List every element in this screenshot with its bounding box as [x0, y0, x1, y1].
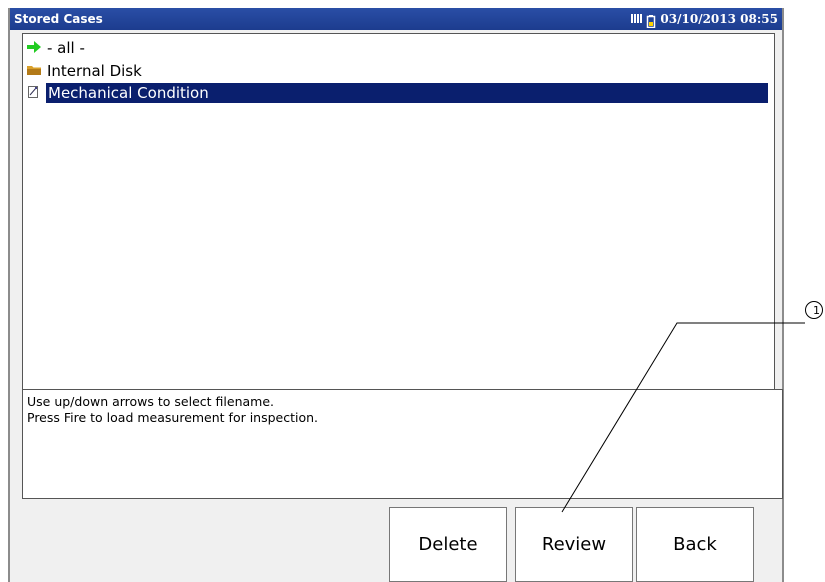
battery-icon — [646, 13, 657, 28]
status-area: 03/10/2013 08:55 — [631, 11, 778, 28]
tree-item-all[interactable]: - all - — [26, 37, 768, 58]
tree-item-label: - all - — [47, 38, 85, 57]
review-button[interactable]: Review — [515, 507, 633, 582]
date-time: 03/10/2013 08:55 — [660, 12, 778, 26]
file-tree[interactable]: - all - Internal Disk Mechanical Conditi… — [22, 33, 775, 390]
folder-icon — [26, 63, 44, 79]
sd-card-icon — [631, 13, 643, 25]
tree-item-internal-disk[interactable]: Internal Disk — [26, 60, 768, 81]
help-text-line: Press Fire to load measurement for inspe… — [27, 410, 319, 425]
back-button[interactable]: Back — [636, 507, 754, 582]
document-icon — [26, 85, 44, 101]
message-panel: Use up/down arrows to select filename. P… — [22, 389, 783, 499]
callout-number: 1 — [805, 301, 823, 319]
window-title: Stored Cases — [14, 12, 103, 26]
green-arrow-icon — [26, 40, 44, 56]
tree-item-mechanical-condition[interactable]: Mechanical Condition — [26, 82, 768, 103]
help-text-line: Use up/down arrows to select filename. — [27, 394, 274, 409]
title-bar: Stored Cases 03/10/2013 08:55 — [10, 8, 782, 30]
device-screen: Stored Cases 03/10/2013 08:55 - all - In… — [8, 8, 784, 582]
tree-item-label: Internal Disk — [47, 61, 142, 80]
tree-item-label: Mechanical Condition — [46, 82, 768, 103]
delete-button[interactable]: Delete — [389, 507, 507, 582]
